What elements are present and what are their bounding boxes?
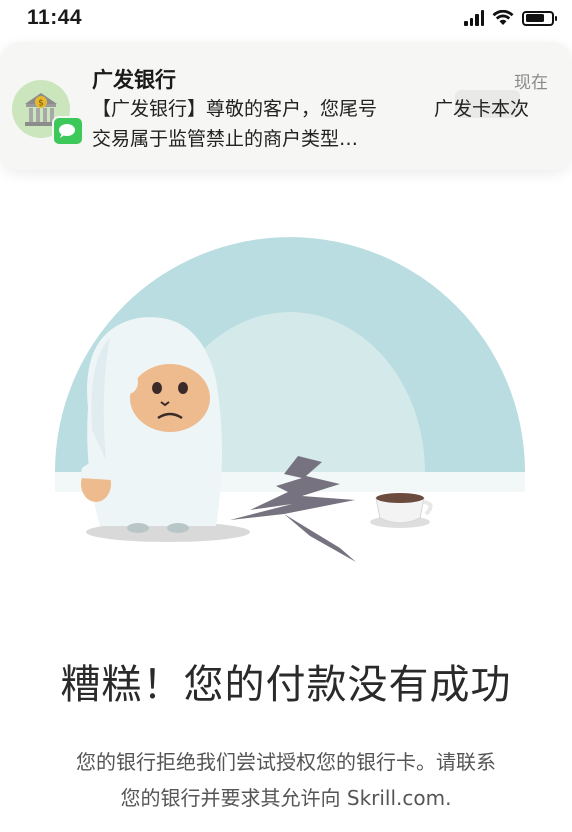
yeti-character bbox=[80, 317, 222, 533]
status-bar: 11:44 bbox=[0, 0, 572, 40]
error-description: 您的银行拒绝我们尝试授权您的银行卡。请联系 您的银行并要求其允许向 Skrill… bbox=[0, 744, 572, 816]
coffee-cup bbox=[370, 493, 433, 528]
status-icons bbox=[464, 10, 557, 26]
error-illustration bbox=[40, 230, 540, 592]
wifi-icon bbox=[492, 10, 514, 25]
description-line-2: 您的银行并要求其允许向 Skrill.com. bbox=[120, 786, 452, 810]
status-time: 11:44 bbox=[27, 6, 83, 29]
notification-banner[interactable]: $ 广发银行 现在 【广发银行】尊敬的客户，您尾号 广发卡本次交易属于监管禁止的… bbox=[0, 42, 572, 170]
error-headline: 糟糕！您的付款没有成功 bbox=[60, 662, 512, 708]
messages-app-badge-icon bbox=[52, 116, 84, 146]
notification-time: 现在 bbox=[514, 73, 548, 93]
notification-app-name: 广发银行 bbox=[92, 68, 176, 92]
cellular-signal-icon bbox=[464, 10, 484, 26]
notification-message: 【广发银行】尊敬的客户，您尾号 广发卡本次交易属于监管禁止的商户类型… bbox=[92, 98, 530, 150]
description-line-1: 您的银行拒绝我们尝试授权您的银行卡。请联系 bbox=[76, 750, 496, 774]
battery-icon bbox=[522, 10, 557, 26]
yeti-face bbox=[130, 364, 210, 432]
svg-text:$: $ bbox=[38, 99, 44, 109]
